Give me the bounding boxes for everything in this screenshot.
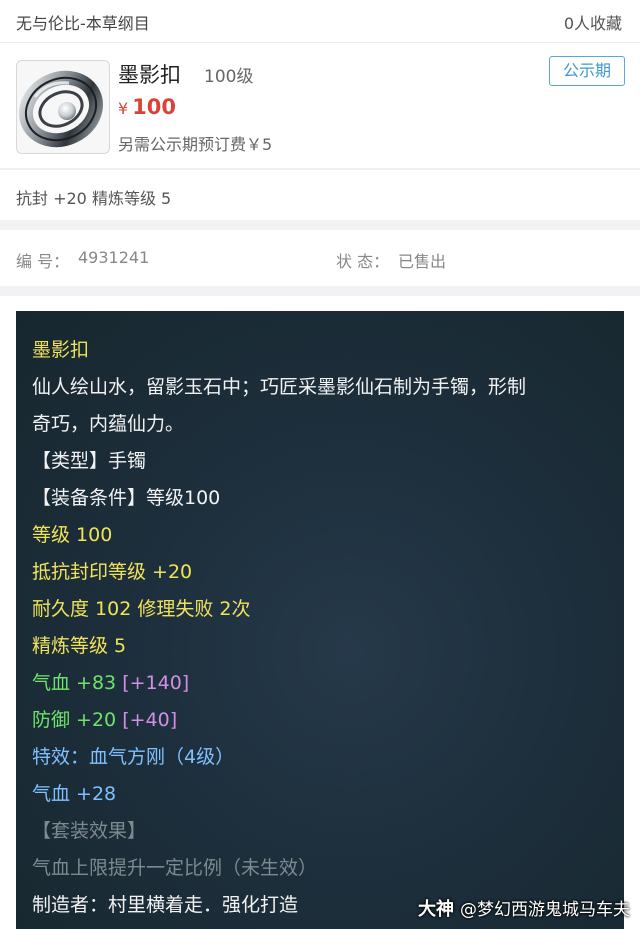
price-symbol: ¥ — [118, 99, 129, 118]
detail-seal-resist: 抵抗封印等级 +20 — [32, 561, 193, 583]
item-card[interactable]: 墨影扣 100级 ¥100 另需公示期预订费￥5 公示期 — [0, 43, 640, 168]
detail-refine: 精炼等级 5 — [32, 635, 127, 657]
detail-hp-row: 气血 +83 [+140] — [32, 668, 189, 695]
detail-defense-row: 防御 +20 [+40] — [32, 705, 177, 732]
attributes-summary-row: 抗封 +20 精炼等级 5 — [0, 169, 640, 220]
detail-set-effect: 气血上限提升一定比例（未生效） — [32, 857, 318, 879]
item-name: 墨影扣 — [118, 63, 181, 87]
status-badge: 公示期 — [549, 56, 625, 86]
price-value: 100 — [132, 95, 177, 119]
bracelet-thumbnail-icon[interactable] — [16, 60, 110, 154]
attributes-summary: 抗封 +20 精炼等级 5 — [16, 189, 172, 208]
watermark-handle: @梦幻西游鬼城马车夫 — [460, 900, 630, 920]
top-bar: 无与伦比-本草纲目 0人收藏 — [0, 0, 640, 43]
id-value: 4931241 — [78, 248, 150, 267]
item-detail-panel: 墨影扣 仙人绘山水，留影玉石中；巧匠采墨影仙石制为手镯，形制 奇巧，内蕴仙力。 … — [16, 311, 624, 929]
detail-hp-bonus: [+140] — [122, 672, 190, 694]
status-label: 状 态： — [336, 252, 390, 271]
favorites-count[interactable]: 0人收藏 — [564, 10, 622, 34]
detail-level: 等级 100 — [32, 524, 113, 546]
detail-defense-base: 防御 +20 — [32, 709, 117, 731]
detail-type: 【类型】手镯 — [32, 450, 147, 472]
watermark: 大神 @梦幻西游鬼城马车夫 — [418, 895, 630, 921]
detail-name: 墨影扣 — [32, 339, 90, 361]
detail-hp-extra: 气血 +28 — [32, 783, 117, 805]
detail-description-1: 仙人绘山水，留影玉石中；巧匠采墨影仙石制为手镯，形制 — [32, 376, 527, 398]
info-row: 编 号： 4931241 状 态： 已售出 — [0, 230, 640, 286]
item-price: ¥100 — [118, 95, 176, 119]
detail-section: 墨影扣 仙人绘山水，留影玉石中；巧匠采墨影仙石制为手镯，形制 奇巧，内蕴仙力。 … — [0, 296, 640, 929]
detail-hp-base: 气血 +83 — [32, 672, 117, 694]
detail-defense-bonus: [+40] — [122, 709, 178, 731]
id-label: 编 号： — [16, 252, 70, 271]
detail-requirement: 【装备条件】等级100 — [32, 487, 221, 509]
detail-set-label: 【套装效果】 — [32, 820, 147, 842]
seller-title: 无与伦比-本草纲目 — [16, 14, 150, 33]
watermark-brand: 大神 — [418, 899, 454, 920]
extra-fee: 另需公示期预订费￥5 — [118, 135, 273, 154]
status-value: 已售出 — [398, 252, 447, 271]
detail-durability: 耐久度 102 修理失败 2次 — [32, 598, 251, 620]
item-level: 100级 — [204, 67, 254, 87]
detail-special-effect: 特效：血气方刚（4级） — [32, 746, 235, 768]
detail-maker: 制造者：村里横着走．强化打造 — [32, 894, 299, 916]
detail-description-2: 奇巧，内蕴仙力。 — [32, 413, 185, 435]
